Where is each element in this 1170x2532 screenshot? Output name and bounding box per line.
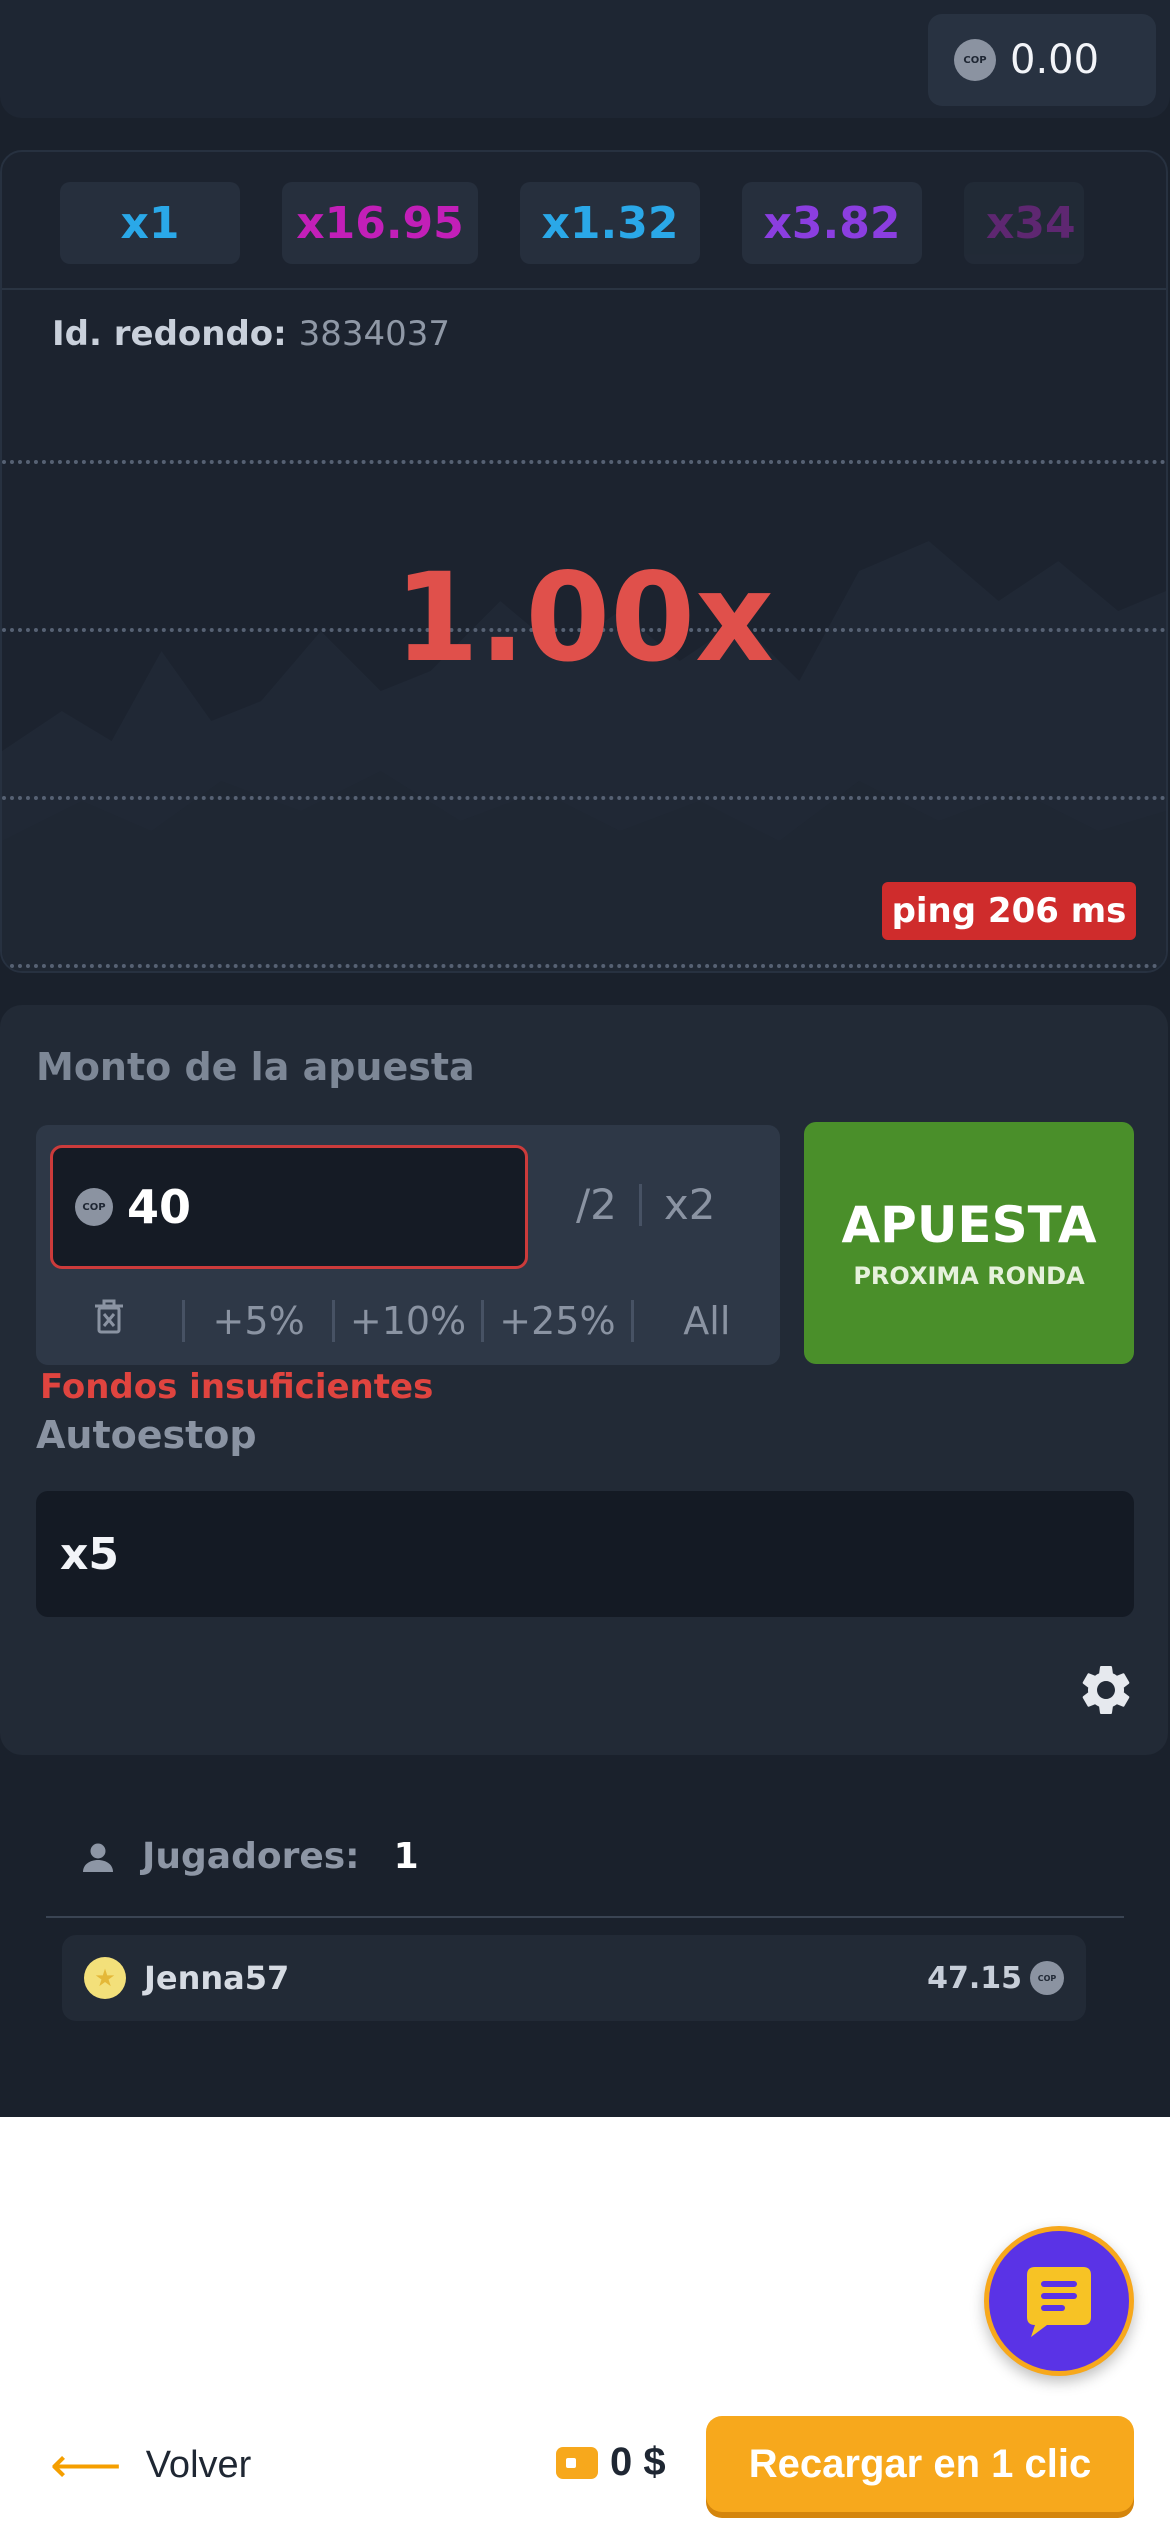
top-bar: COP 0.00 — [0, 0, 1170, 118]
all-in-button[interactable]: All — [634, 1299, 780, 1343]
history-chip[interactable]: x1.32 — [520, 182, 700, 264]
back-button[interactable]: ⟵ Volver — [50, 2440, 251, 2490]
history-chip[interactable]: x3.82 — [742, 182, 922, 264]
autostop-input[interactable]: x5 — [36, 1491, 1134, 1617]
player-name: Jenna57 — [144, 1959, 290, 1997]
coin-icon: COP — [1030, 1961, 1064, 1995]
back-label: Volver — [145, 2443, 252, 2486]
grid-line — [2, 460, 1166, 464]
place-bet-button[interactable]: APUESTA PROXIMA RONDA — [804, 1122, 1134, 1364]
divider — [46, 1916, 1124, 1918]
players-header: Jugadores: 1 — [80, 1836, 419, 1877]
player-win: 47.15 — [927, 1960, 1022, 1996]
autostop-label: Autoestop — [36, 1413, 257, 1457]
divider — [638, 1183, 642, 1226]
list-item: ★ Jenna57 47.15 COP — [62, 1935, 1086, 2021]
insufficient-funds-error: Fondos insuficientes — [40, 1367, 434, 1407]
bet-controls: COP 40 /2 x2 +5% +10% +25% All — [36, 1125, 780, 1365]
user-icon — [83, 1843, 113, 1872]
half-double-controls: /2 x2 — [576, 1180, 715, 1229]
round-id-value: 3834037 — [298, 314, 451, 354]
cash-value: 0 $ — [610, 2440, 666, 2484]
chat-icon — [1027, 2267, 1091, 2337]
recharge-button[interactable]: Recargar en 1 clic — [706, 2416, 1134, 2512]
players-label: Jugadores: — [142, 1836, 360, 1877]
trash-icon — [95, 1299, 124, 1333]
clear-bet-button[interactable] — [36, 1298, 182, 1345]
grid-line — [2, 964, 1166, 968]
wallet-icon — [556, 2446, 598, 2479]
grid-line — [2, 796, 1166, 800]
bet-panel: Monto de la apuesta COP 40 /2 x2 +5% +10… — [0, 1005, 1168, 1755]
gear-icon[interactable] — [1076, 1660, 1136, 1720]
arrow-left-icon: ⟵ — [50, 2437, 122, 2493]
history-strip[interactable]: x1 x16.95 x1.32 x3.82 x34 — [2, 152, 1166, 290]
crash-game-area: COP 0.00 x1 x16.95 x1.32 x3.82 x34 Id. r… — [0, 0, 1170, 2117]
players-count: 1 — [393, 1836, 419, 1877]
round-id: Id. redondo: 3834037 — [52, 314, 450, 354]
coin-icon: COP — [954, 39, 996, 81]
quick-amount-row: +5% +10% +25% All — [36, 1293, 780, 1349]
plus-10-button[interactable]: +10% — [335, 1299, 481, 1343]
bet-amount-value: 40 — [127, 1180, 192, 1234]
history-chip-label: x16.95 — [296, 197, 464, 249]
history-chip[interactable]: x16.95 — [282, 182, 478, 264]
history-chip-label: x34 — [986, 197, 1076, 249]
bet-amount-label: Monto de la apuesta — [36, 1045, 475, 1089]
double-bet-button[interactable]: x2 — [664, 1180, 716, 1229]
ping-badge: ping 206 ms — [882, 882, 1136, 940]
balance-amount: 0.00 — [1010, 37, 1100, 83]
history-chip[interactable]: x34 — [964, 182, 1084, 264]
footer-bar: ⟵ Volver 0 $ Recargar en 1 clic — [0, 2400, 1170, 2532]
plus-25-button[interactable]: +25% — [484, 1299, 630, 1343]
history-chip-label: x1.32 — [541, 197, 679, 249]
cash-balance: 0 $ — [556, 2440, 666, 2485]
history-chip-label: x3.82 — [763, 197, 901, 249]
current-multiplier: 1.00x — [394, 547, 774, 689]
plus-5-button[interactable]: +5% — [185, 1299, 331, 1343]
coin-icon: COP — [75, 1188, 113, 1226]
history-chip-label: x1 — [120, 197, 180, 249]
bet-amount-input[interactable]: COP 40 — [50, 1145, 528, 1269]
history-chip[interactable]: x1 — [60, 182, 240, 264]
place-bet-label: APUESTA — [841, 1196, 1097, 1254]
half-bet-button[interactable]: /2 — [576, 1180, 617, 1229]
avatar: ★ — [84, 1957, 126, 1999]
chat-button[interactable] — [984, 2226, 1134, 2376]
place-bet-sublabel: PROXIMA RONDA — [853, 1262, 1085, 1290]
game-panel: x1 x16.95 x1.32 x3.82 x34 Id. redondo: 3… — [0, 150, 1168, 973]
round-id-label: Id. redondo: — [52, 314, 287, 354]
balance-display[interactable]: COP 0.00 — [928, 14, 1156, 106]
